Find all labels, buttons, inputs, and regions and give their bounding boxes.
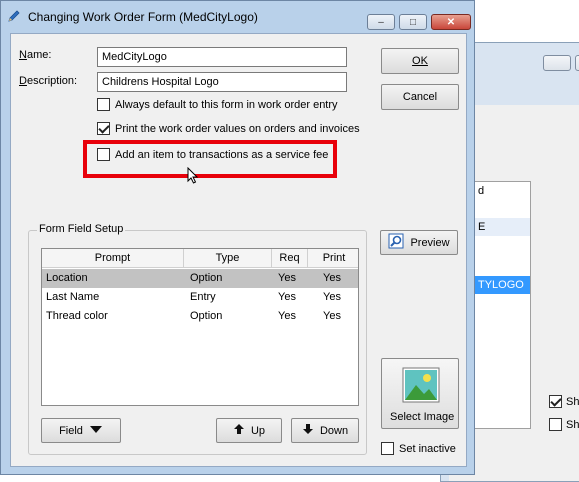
cell-print: Yes [323, 272, 341, 284]
list-item[interactable]: d [474, 182, 530, 200]
column-header-req[interactable]: Req [272, 249, 308, 268]
image-icon [402, 367, 440, 406]
cell-print: Yes [323, 291, 341, 303]
cell-req: Yes [278, 291, 296, 303]
column-header-prompt[interactable]: Prompt [42, 249, 184, 268]
select-image-button[interactable]: Select Image [381, 358, 459, 429]
description-input[interactable]: Childrens Hospital Logo [97, 72, 347, 92]
background-list[interactable]: d E TYLOGO [473, 181, 531, 429]
print-values-checkbox[interactable] [97, 122, 110, 135]
mouse-cursor-icon [187, 166, 199, 188]
arrow-down-icon [302, 423, 314, 438]
pencil-icon [7, 9, 21, 26]
cancel-button[interactable]: Cancel [381, 84, 459, 110]
always-default-label: Always default to this form in work orde… [115, 98, 338, 111]
close-button[interactable]: ✕ [431, 14, 471, 30]
print-values-label: Print the work order values on orders an… [115, 122, 360, 135]
description-label: Description: [19, 75, 78, 87]
cancel-button-label: Cancel [402, 91, 438, 103]
maximize-button[interactable]: □ [399, 14, 427, 30]
background-maximize-button[interactable] [575, 55, 579, 71]
checkbox[interactable] [549, 395, 562, 408]
background-checkbox-1[interactable]: Sho [549, 395, 579, 408]
column-header-print[interactable]: Print [308, 249, 360, 268]
work-order-form-dialog: Changing Work Order Form (MedCityLogo) –… [0, 0, 475, 475]
field-button-label: Field [59, 424, 83, 437]
select-image-label: Select Image [390, 411, 455, 423]
dialog-title: Changing Work Order Form (MedCityLogo) [28, 10, 258, 24]
name-label: Name: [19, 49, 52, 61]
set-inactive-label: Set inactive [399, 442, 456, 455]
table-row[interactable]: Last Name Entry Yes Yes [42, 288, 358, 307]
down-button[interactable]: Down [291, 418, 359, 443]
list-item-selected[interactable]: TYLOGO [474, 276, 530, 294]
list-item[interactable] [474, 236, 530, 254]
always-default-checkbox-row[interactable]: Always default to this form in work orde… [97, 98, 338, 111]
checkbox-label: Sho [566, 395, 579, 408]
title-bar[interactable]: Changing Work Order Form (MedCityLogo) –… [1, 1, 474, 33]
set-inactive-checkbox-row[interactable]: Set inactive [381, 442, 456, 455]
form-field-setup-group: Form Field Setup Prompt Type Req Print L… [28, 223, 367, 455]
maximize-icon: □ [409, 16, 417, 28]
field-button[interactable]: Field [41, 418, 121, 443]
table-row[interactable]: Location Option Yes Yes [42, 269, 358, 288]
arrow-up-icon [233, 423, 245, 438]
magnifier-icon [388, 233, 404, 252]
cell-prompt: Location [46, 272, 88, 284]
ok-button-label: OK [412, 55, 428, 67]
up-button[interactable]: Up [216, 418, 282, 443]
cell-print: Yes [323, 310, 341, 322]
cell-type: Entry [190, 291, 216, 303]
dialog-client-area: Name: MedCityLogo Description: Childrens… [10, 33, 467, 467]
cell-req: Yes [278, 272, 296, 284]
minimize-button[interactable]: – [367, 14, 395, 30]
print-values-checkbox-row[interactable]: Print the work order values on orders an… [97, 122, 360, 135]
ok-button[interactable]: OK [381, 48, 459, 74]
cell-type: Option [190, 310, 223, 322]
down-button-label: Down [319, 424, 349, 437]
close-icon: ✕ [446, 16, 456, 28]
minimize-icon: – [378, 16, 384, 28]
cell-req: Yes [278, 310, 296, 322]
background-minimize-button[interactable] [543, 55, 571, 71]
checkbox-label: Sho [566, 418, 579, 431]
grid-header: Prompt Type Req Print [42, 249, 358, 268]
cell-type: Option [190, 272, 223, 284]
set-inactive-checkbox[interactable] [381, 442, 394, 455]
column-header-type[interactable]: Type [184, 249, 272, 268]
preview-button-label: Preview [410, 236, 450, 249]
form-field-setup-title: Form Field Setup [37, 223, 126, 235]
preview-button[interactable]: Preview [380, 230, 458, 255]
table-row[interactable]: Thread color Option Yes Yes [42, 307, 358, 326]
form-field-grid[interactable]: Prompt Type Req Print Location Option Ye… [41, 248, 359, 406]
name-input[interactable]: MedCityLogo [97, 47, 347, 67]
checkbox[interactable] [549, 418, 562, 431]
always-default-checkbox[interactable] [97, 98, 110, 111]
background-checkbox-2[interactable]: Sho [549, 418, 579, 431]
list-item[interactable]: E [474, 218, 530, 236]
cell-prompt: Last Name [46, 291, 100, 303]
up-button-label: Up [250, 424, 266, 437]
highlight-annotation [83, 140, 337, 178]
chevron-down-icon [89, 424, 103, 437]
cell-prompt: Thread color [46, 310, 108, 322]
